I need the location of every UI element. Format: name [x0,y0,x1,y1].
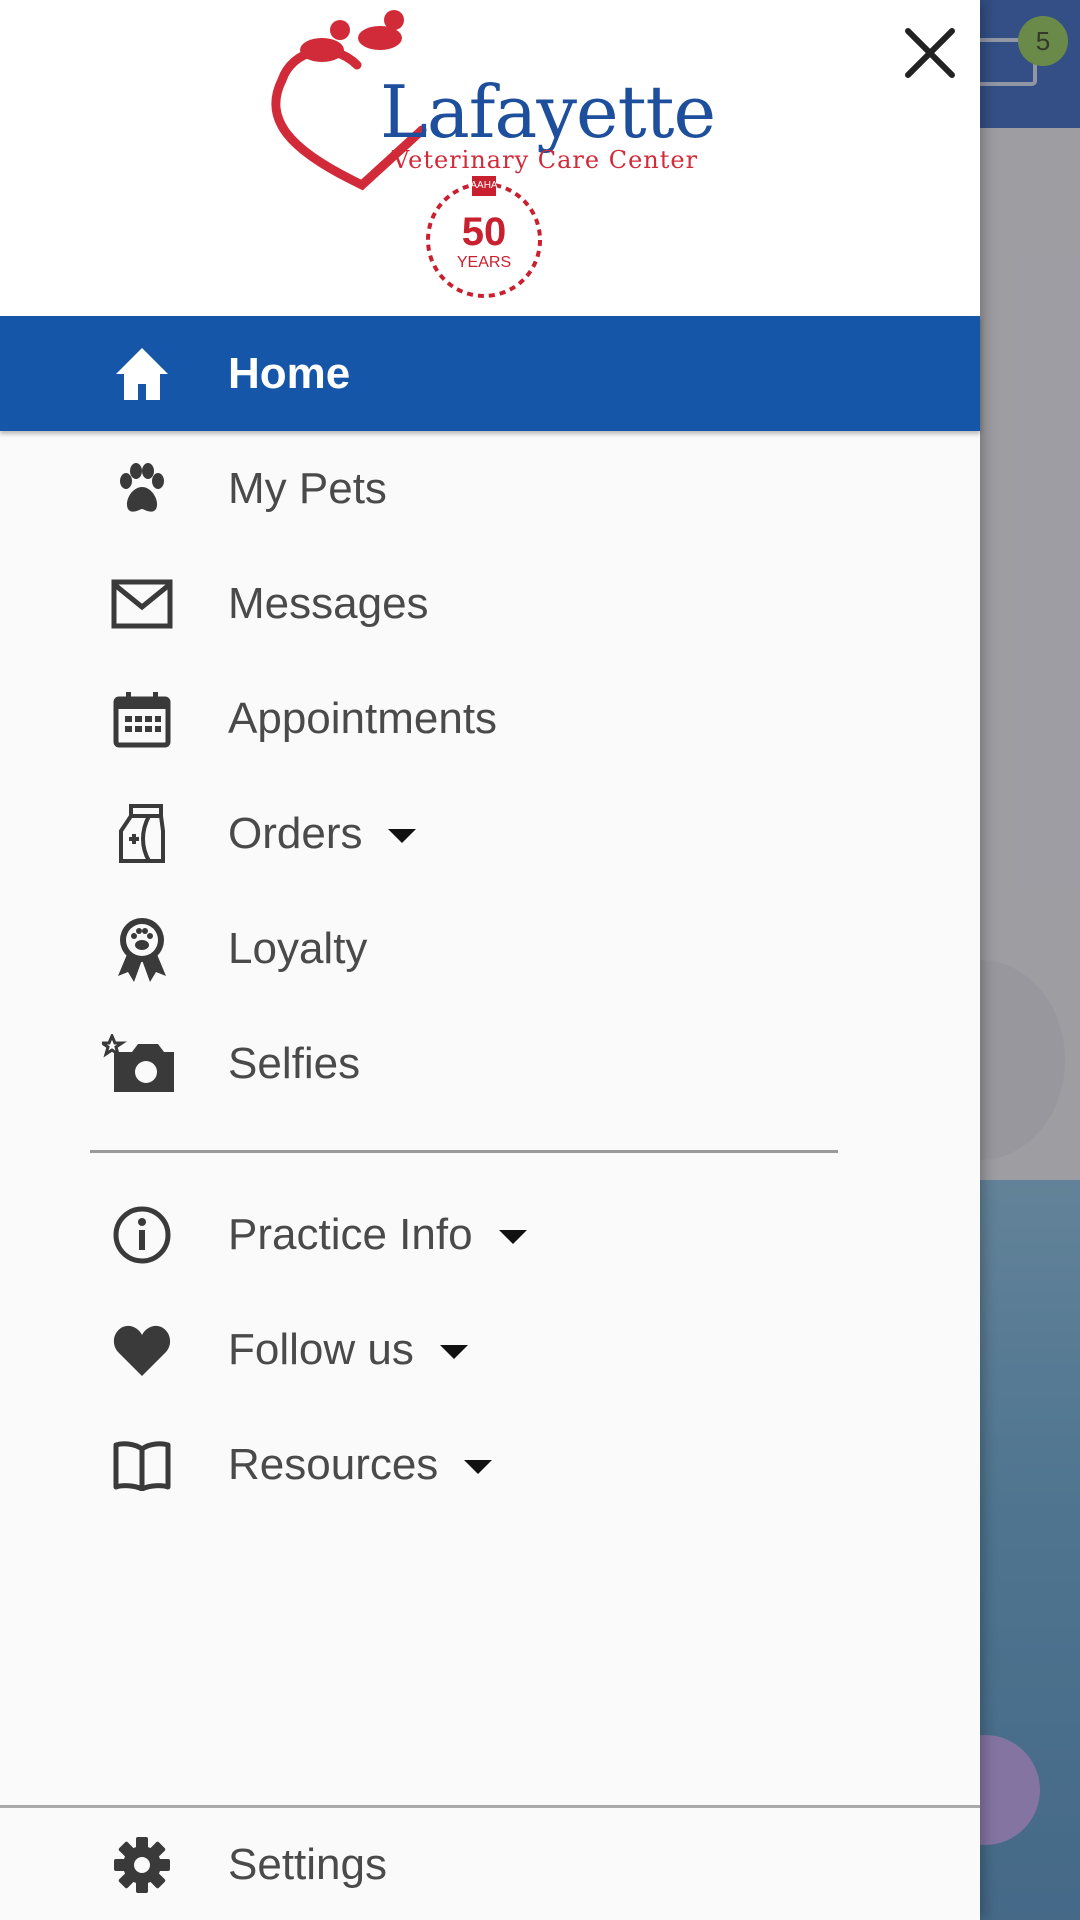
drawer-header: Lafayette Veterinary Care Center 50 YEAR… [0,0,980,316]
menu-item-label: Loyalty [228,923,368,973]
seal-top-label: AAHA [470,180,498,191]
menu-item-home[interactable]: Home [0,316,980,431]
calendar-icon [110,687,174,751]
menu-item-follow-us[interactable]: Follow us [0,1292,980,1407]
settings-divider [0,1805,980,1808]
camera-icon [100,1032,180,1096]
menu-item-label: Home [228,348,351,398]
menu-item-my-pets[interactable]: My Pets [0,431,980,546]
menu-divider [90,1150,838,1153]
seal-years-label: YEARS [456,254,512,271]
seal-number: 50 [461,210,507,254]
menu-item-resources[interactable]: Resources [0,1407,980,1522]
chevron-down-icon [464,1459,493,1474]
menu-item-practice-info[interactable]: Practice Info [0,1177,980,1292]
navigation-drawer: Lafayette Veterinary Care Center 50 YEAR… [0,0,980,1920]
menu-item-settings[interactable]: Settings [0,1810,980,1920]
chevron-down-icon [439,1344,468,1359]
close-icon [905,28,955,78]
gear-icon [110,1833,174,1897]
book-icon [110,1433,174,1497]
home-icon [110,342,174,406]
heart-icon [110,1318,174,1382]
menu-item-label: Practice Info [228,1210,527,1260]
close-button[interactable] [895,18,965,88]
menu-item-label: Selfies [228,1038,361,1088]
menu-item-orders[interactable]: Orders [0,776,980,891]
paw-icon [110,457,174,521]
practice-subtitle: Veterinary Care Center [392,146,699,174]
drawer-menu: Home My Pets Messages Appointments Order… [0,316,980,1522]
practice-logo: Lafayette Veterinary Care Center 50 YEAR… [262,10,716,300]
pet-food-bag-icon [110,802,174,866]
menu-item-selfies[interactable]: Selfies [0,1006,980,1121]
menu-item-messages[interactable]: Messages [0,546,980,661]
menu-item-label: Appointments [228,693,498,743]
menu-item-label: Settings [228,1840,387,1889]
chevron-down-icon [498,1229,527,1244]
envelope-icon [110,572,174,636]
award-ribbon-icon [110,917,174,982]
menu-item-label: Messages [228,578,429,628]
info-icon [110,1203,174,1267]
menu-item-label: My Pets [228,463,387,513]
chevron-down-icon [388,828,417,843]
menu-item-label: Follow us [228,1325,468,1375]
practice-name: Lafayette [380,70,716,154]
menu-item-label: Resources [228,1440,493,1490]
menu-item-loyalty[interactable]: Loyalty [0,891,980,1006]
menu-item-label: Orders [228,809,417,859]
menu-item-appointments[interactable]: Appointments [0,661,980,776]
